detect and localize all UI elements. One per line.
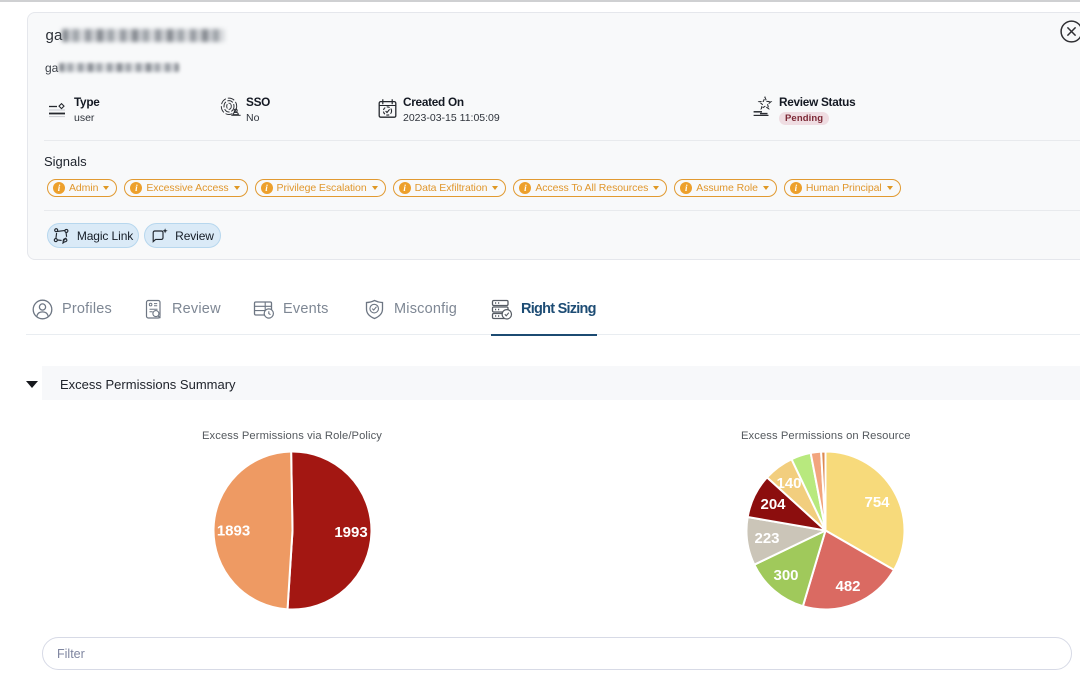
svg-text:754: 754 (864, 494, 890, 511)
svg-text:482: 482 (835, 578, 860, 595)
svg-text:204: 204 (760, 496, 786, 513)
svg-text:1993: 1993 (334, 524, 367, 541)
svg-text:1893: 1893 (217, 523, 250, 540)
svg-text:223: 223 (754, 530, 779, 547)
svg-text:300: 300 (773, 567, 798, 584)
svg-text:140: 140 (776, 475, 801, 492)
